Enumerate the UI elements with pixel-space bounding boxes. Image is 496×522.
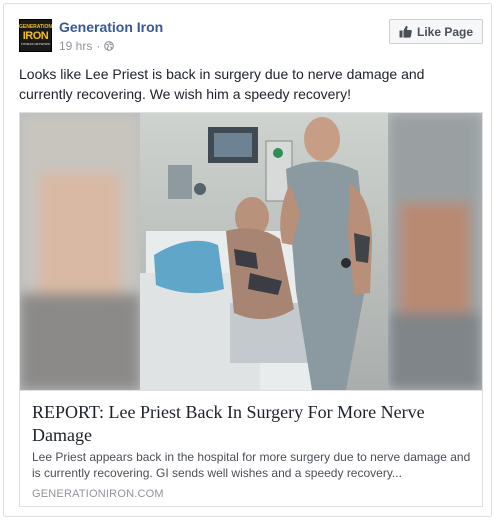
link-domain: GENERATIONIRON.COM: [32, 488, 164, 500]
post-timestamp[interactable]: 19 hrs: [59, 39, 92, 53]
logo-line-2: IRON: [22, 30, 49, 42]
page-avatar[interactable]: GENERATION IRON FITNESS NETWORK: [19, 19, 52, 52]
globe-icon: [104, 41, 115, 51]
article-photo[interactable]: [20, 113, 482, 390]
like-page-label: Like Page: [416, 24, 474, 39]
post-card: GENERATION IRON FITNESS NETWORK Generati…: [3, 3, 492, 517]
thumbs-up-icon: [399, 25, 412, 38]
like-page-button[interactable]: Like Page: [389, 19, 483, 44]
link-preview[interactable]: REPORT: Lee Priest Back In Surgery For M…: [19, 112, 483, 507]
link-description: Lee Priest appears back in the hospital …: [32, 450, 471, 480]
page-name-link[interactable]: Generation Iron: [59, 19, 163, 35]
link-title[interactable]: REPORT: Lee Priest Back In Surgery For M…: [32, 401, 472, 447]
logo-line-3: FITNESS NETWORK: [21, 42, 50, 46]
link-text-area[interactable]: REPORT: Lee Priest Back In Surgery For M…: [20, 390, 482, 506]
hospital-photo-illustration: [20, 113, 482, 390]
post-text: Looks like Lee Priest is back in surgery…: [19, 66, 425, 102]
meta-separator: ·: [96, 39, 101, 53]
post-meta: 19 hrs ·: [59, 39, 115, 53]
